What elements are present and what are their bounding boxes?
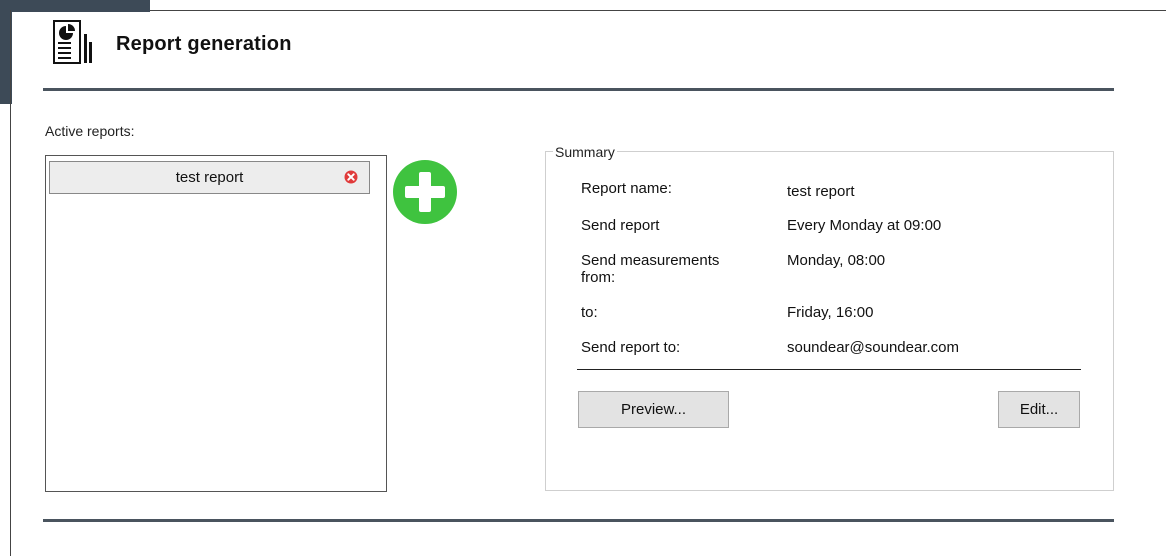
edit-button[interactable]: Edit... [998, 391, 1080, 428]
summary-divider [577, 369, 1081, 370]
summary-legend: Summary [553, 144, 617, 160]
page-title: Report generation [116, 33, 292, 55]
send-report-to-label: Send report to: [581, 339, 681, 356]
send-report-to-value: soundear@soundear.com [787, 339, 960, 356]
to-label: to: [581, 304, 598, 321]
window-left-border [10, 10, 11, 556]
report-item-name: test report [175, 169, 244, 186]
report-name-value: test report [787, 183, 855, 200]
send-measurements-from-label: Send measurements from: [581, 252, 720, 286]
report-document-icon [53, 20, 92, 64]
window-top-border [150, 10, 1166, 11]
report-name-label: Report name: [581, 180, 672, 197]
plus-circle-icon[interactable] [392, 159, 458, 225]
window-corner-tab [0, 0, 150, 12]
header-divider [43, 88, 1114, 91]
summary-group [545, 151, 1114, 491]
preview-button[interactable]: Preview... [578, 391, 729, 428]
send-report-label: Send report [581, 217, 660, 234]
close-circle-icon[interactable] [344, 170, 358, 184]
send-report-value: Every Monday at 09:00 [787, 217, 942, 234]
to-value: Friday, 16:00 [787, 304, 874, 321]
active-reports-label: Active reports: [45, 123, 135, 139]
active-reports-list: test report [45, 155, 387, 492]
send-measurements-from-value: Monday, 08:00 [787, 252, 886, 269]
list-item[interactable]: test report [49, 161, 370, 194]
footer-divider [43, 519, 1114, 522]
